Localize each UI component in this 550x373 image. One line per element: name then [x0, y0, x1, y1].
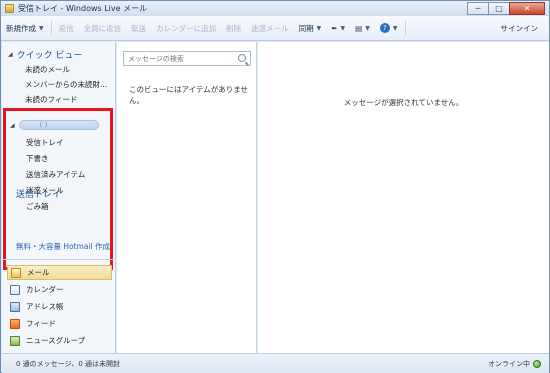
quick-view-unread-contacts[interactable]: メンバーからの未読財... [25, 79, 107, 90]
online-status-icon [533, 359, 541, 368]
contacts-icon [10, 301, 20, 312]
junk-button[interactable]: 迷惑メール [246, 20, 294, 37]
view-menu-button[interactable]: ▤ ▼ [350, 20, 375, 37]
collapse-triangle-icon[interactable]: ◢ [8, 51, 13, 58]
empty-list-message: このビューにはアイテムがありません。 [129, 85, 249, 105]
mail-icon [11, 267, 21, 278]
module-newsgroups[interactable]: ニュースグループ [7, 333, 112, 348]
module-contacts[interactable]: アドレス帳 [7, 299, 112, 314]
delete-button[interactable]: 削除 [221, 20, 246, 37]
account-name[interactable]: ( ) [18, 120, 99, 130]
message-count-status: 0 通のメッセージ、0 通は未開封 [16, 359, 121, 368]
new-label: 新規作成 [6, 23, 36, 33]
module-label: メール [27, 268, 50, 277]
reading-pane: メッセージが選択されていません。 [258, 42, 549, 353]
calendar-icon [10, 284, 20, 295]
quick-view-unread-feeds[interactable]: 未読のフィード [25, 94, 77, 105]
chevron-down-icon: ▼ [392, 24, 398, 32]
sign-in-button[interactable]: サインイン [496, 20, 544, 37]
title-bar: 受信トレイ - Windows Live メール ─ □ ✕ [1, 1, 549, 16]
mail-app-icon [5, 4, 14, 13]
quick-view-unread-mail[interactable]: 未読のメール [25, 64, 70, 75]
quick-views-header[interactable]: ◢ クイック ビュー [8, 48, 83, 61]
account-header[interactable]: ◢ ( ) [10, 119, 99, 131]
status-bar: 0 通のメッセージ、0 通は未開封 オンライン中 [2, 353, 549, 373]
window-controls: ─ □ ✕ [467, 2, 545, 15]
close-button[interactable]: ✕ [509, 2, 545, 15]
sync-label: 同期 [298, 23, 314, 33]
collapse-triangle-icon[interactable]: ◢ [10, 122, 15, 129]
search-box[interactable] [123, 51, 251, 66]
app-window: 受信トレイ - Windows Live メール ─ □ ✕ 新規作成 ▼ 返信 … [0, 0, 550, 373]
layout-icon: ▤ [355, 23, 363, 33]
maximize-button[interactable]: □ [488, 2, 510, 15]
help-menu-button[interactable]: ? ▼ [375, 20, 403, 37]
folder-deleted-items[interactable]: ごみ箱 [26, 201, 49, 212]
sync-button[interactable]: 同期 ▼ [294, 20, 327, 37]
module-label: フィード [26, 319, 56, 328]
forward-button[interactable]: 転送 [126, 20, 151, 37]
online-status[interactable]: オンライン中 [488, 359, 541, 369]
hotmail-signup-link[interactable]: 無料・大容量 Hotmail 作成 [16, 241, 110, 252]
add-to-calendar-button[interactable]: カレンダーに追加 [151, 20, 221, 37]
module-calendar[interactable]: カレンダー [7, 282, 112, 297]
folder-pane: ◢ クイック ビュー 未読のメール メンバーからの未読財... 未読のフィード … [2, 42, 116, 353]
chevron-down-icon: ▼ [39, 24, 44, 32]
pen-menu-button[interactable]: ✒ ▼ [326, 20, 350, 37]
chevron-down-icon: ▼ [316, 24, 322, 32]
folder-outbox[interactable]: 送信トレイ [16, 187, 61, 200]
chevron-down-icon: ▼ [365, 24, 370, 32]
folder-drafts[interactable]: 下書き [26, 153, 49, 164]
quick-views-title: クイック ビュー [16, 51, 83, 61]
toolbar-divider [404, 21, 406, 35]
module-label: アドレス帳 [26, 302, 64, 311]
message-list-pane: このビューにはアイテムがありません。 [117, 42, 257, 353]
folder-sent-items[interactable]: 送信済みアイテム [26, 169, 85, 180]
new-button[interactable]: 新規作成 ▼ [1, 20, 49, 37]
rss-feed-icon [10, 318, 20, 329]
folder-inbox[interactable]: 受信トレイ [26, 137, 64, 148]
module-mail[interactable]: メール [7, 265, 112, 280]
module-label: ニュースグループ [26, 336, 86, 345]
nav-divider [2, 259, 116, 260]
chevron-down-icon: ▼ [340, 24, 346, 32]
online-status-label: オンライン中 [488, 359, 530, 368]
reply-button[interactable]: 返信 [54, 20, 79, 37]
minimize-button[interactable]: ─ [467, 2, 489, 15]
no-selection-message: メッセージが選択されていません。 [343, 98, 464, 107]
window-title: 受信トレイ - Windows Live メール [18, 4, 148, 13]
toolbar-divider [50, 21, 52, 35]
search-icon[interactable] [238, 54, 246, 62]
search-input[interactable] [128, 54, 228, 63]
module-label: カレンダー [26, 285, 64, 294]
toolbar: 新規作成 ▼ 返信 全員に返信 転送 カレンダーに追加 削除 迷惑メール 同期 ▼ … [1, 16, 549, 41]
module-feeds[interactable]: フィード [7, 316, 112, 331]
reply-all-button[interactable]: 全員に返信 [79, 20, 127, 37]
pen-icon: ✒ [331, 23, 338, 33]
help-icon: ? [379, 23, 390, 33]
newsgroup-icon [10, 335, 20, 346]
